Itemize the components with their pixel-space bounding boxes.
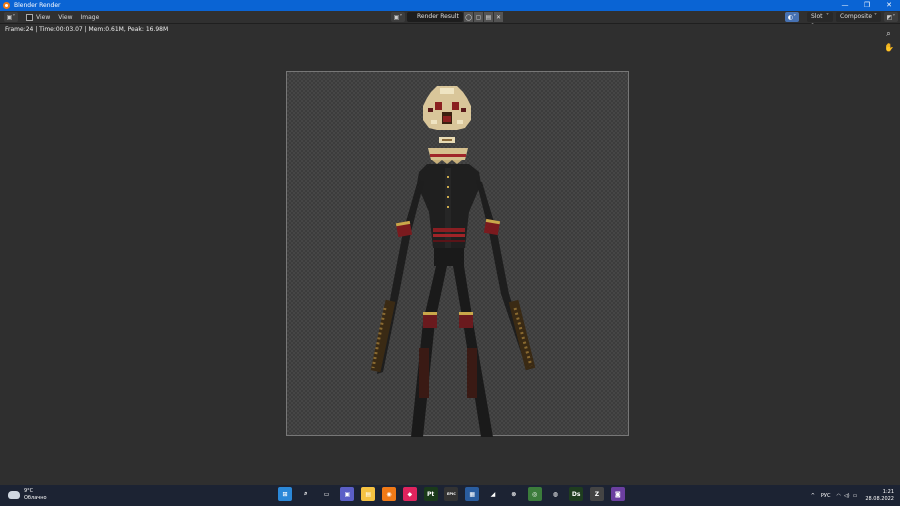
new-image-icon[interactable]: ▢ bbox=[474, 12, 483, 22]
steam-icon[interactable]: ◍ bbox=[548, 487, 563, 501]
image-viewer-icon[interactable]: ▦ bbox=[465, 487, 480, 501]
header-right-controls: ◐˅ Slot 1˅ Composite˅ ◩˅ bbox=[785, 12, 898, 30]
zoom-icon[interactable]: ⌕ bbox=[884, 29, 893, 38]
rendered-figure bbox=[370, 86, 536, 437]
tray-overflow-chevron[interactable]: ^ bbox=[811, 493, 815, 499]
pass-dropdown[interactable]: Composite ˅ bbox=[836, 12, 881, 22]
substance-painter-icon[interactable]: Pt bbox=[423, 487, 438, 501]
zbrush-icon[interactable]: Z bbox=[589, 487, 604, 501]
battery-icon[interactable]: ▭ bbox=[853, 493, 858, 499]
clock-date: 28.08.2022 bbox=[865, 495, 894, 502]
chrome-icon[interactable]: ◎ bbox=[527, 487, 542, 501]
chevron-down-icon: ˅ bbox=[874, 13, 877, 20]
figure-right-arm bbox=[476, 180, 536, 371]
window-controls: — ❐ ✕ bbox=[834, 0, 900, 11]
image-viewport[interactable]: Frame:24 | Time:00:03.07 | Mem:0.61M, Pe… bbox=[0, 24, 900, 485]
cloud-icon bbox=[8, 491, 20, 499]
volume-icon[interactable]: ◁) bbox=[844, 493, 850, 499]
blender-logo-icon bbox=[3, 2, 10, 9]
minimize-button[interactable]: — bbox=[834, 0, 856, 11]
figure-collar bbox=[428, 148, 468, 164]
chat-icon[interactable]: ▣ bbox=[340, 487, 355, 501]
maximize-button[interactable]: ❐ bbox=[856, 0, 878, 11]
app-purple-icon[interactable]: ◙ bbox=[610, 487, 625, 501]
taskbar-apps: ⊞ ⌕ ▭ ▣ ▤ ◉ ◆ Pt EPIC ▦ ◢ ⊗ ◎ ◍ Ds Z ◙ bbox=[278, 487, 632, 501]
pass-label: Composite bbox=[840, 13, 873, 20]
figure-legs bbox=[411, 266, 493, 437]
task-view-icon[interactable]: ▭ bbox=[319, 487, 334, 501]
window-title: Blender Render bbox=[14, 2, 61, 9]
clock[interactable]: 1:21 28.08.2022 bbox=[865, 489, 894, 503]
file-explorer-icon[interactable]: ▤ bbox=[361, 487, 376, 501]
windows-start-icon[interactable]: ⊞ bbox=[278, 487, 292, 501]
fake-user-icon[interactable]: ◯ bbox=[464, 12, 473, 22]
image-editor-header: ▣ ˅ View View Image ▣˅ Render Result ◯ ▢ … bbox=[0, 11, 900, 30]
render-result-image bbox=[286, 71, 629, 437]
menu-image[interactable]: Image bbox=[81, 14, 100, 21]
chevron-down-icon: ˅ bbox=[12, 13, 16, 21]
slot-label: Slot 1 bbox=[811, 13, 823, 30]
clock-time: 1:21 bbox=[882, 488, 894, 495]
render-stats: Frame:24 | Time:00:03.07 | Mem:0.61M, Pe… bbox=[5, 26, 169, 33]
chevron-down-icon: ˅ bbox=[826, 13, 829, 20]
browse-image-button[interactable]: ▣˅ bbox=[391, 12, 405, 22]
nvidia-icon[interactable]: ◢ bbox=[485, 487, 500, 501]
weather-widget[interactable]: 9°C Облачно bbox=[8, 488, 47, 502]
image-name-field[interactable]: Render Result bbox=[407, 12, 463, 22]
wifi-icon[interactable]: ◠ bbox=[836, 493, 840, 499]
system-tray: ^ РУС ◠ ◁) ▭ 1:21 28.08.2022 bbox=[805, 487, 894, 504]
close-button[interactable]: ✕ bbox=[878, 0, 900, 11]
blender-icon[interactable]: ◉ bbox=[381, 487, 396, 501]
weather-temp: 9°C bbox=[24, 488, 34, 494]
pan-hand-icon[interactable]: ✋ bbox=[884, 43, 894, 52]
figure-head bbox=[423, 86, 471, 143]
search-icon[interactable]: ⌕ bbox=[298, 487, 313, 501]
display-channels-button[interactable]: ◩˅ bbox=[884, 12, 898, 22]
daz-studio-icon[interactable]: Ds bbox=[569, 487, 584, 501]
epic-games-icon[interactable]: EPIC bbox=[444, 487, 459, 501]
figure-torso bbox=[417, 164, 481, 266]
render-slot-icon[interactable]: ◐˅ bbox=[785, 12, 799, 22]
editor-type-button[interactable]: ▣ ˅ bbox=[4, 12, 18, 22]
menu-view[interactable]: View bbox=[58, 14, 72, 21]
weather-desc: Облачно bbox=[24, 495, 47, 501]
window-titlebar: Blender Render — ❐ ✕ bbox=[0, 0, 900, 11]
weather-text: 9°C Облачно bbox=[24, 488, 47, 502]
language-indicator[interactable]: РУС bbox=[821, 493, 831, 499]
xbox-icon[interactable]: ⊗ bbox=[506, 487, 521, 501]
view-mode-dropdown[interactable]: View bbox=[36, 14, 50, 21]
open-image-icon[interactable]: ▤ bbox=[484, 12, 493, 22]
image-datablock-selector: ▣˅ Render Result ◯ ▢ ▤ ✕ bbox=[391, 12, 503, 22]
app-red-icon[interactable]: ◆ bbox=[402, 487, 417, 501]
figure-left-arm bbox=[370, 180, 424, 374]
windows-taskbar: 9°C Облачно ⊞ ⌕ ▭ ▣ ▤ ◉ ◆ Pt EPIC ▦ ◢ ⊗ ◎ ◍ Ds Z ◙ ^ РУС… bbox=[0, 485, 900, 506]
unlink-image-icon[interactable]: ✕ bbox=[494, 12, 503, 22]
slot-dropdown[interactable]: Slot 1˅ bbox=[807, 12, 833, 30]
view-mode-icon[interactable] bbox=[26, 13, 33, 21]
